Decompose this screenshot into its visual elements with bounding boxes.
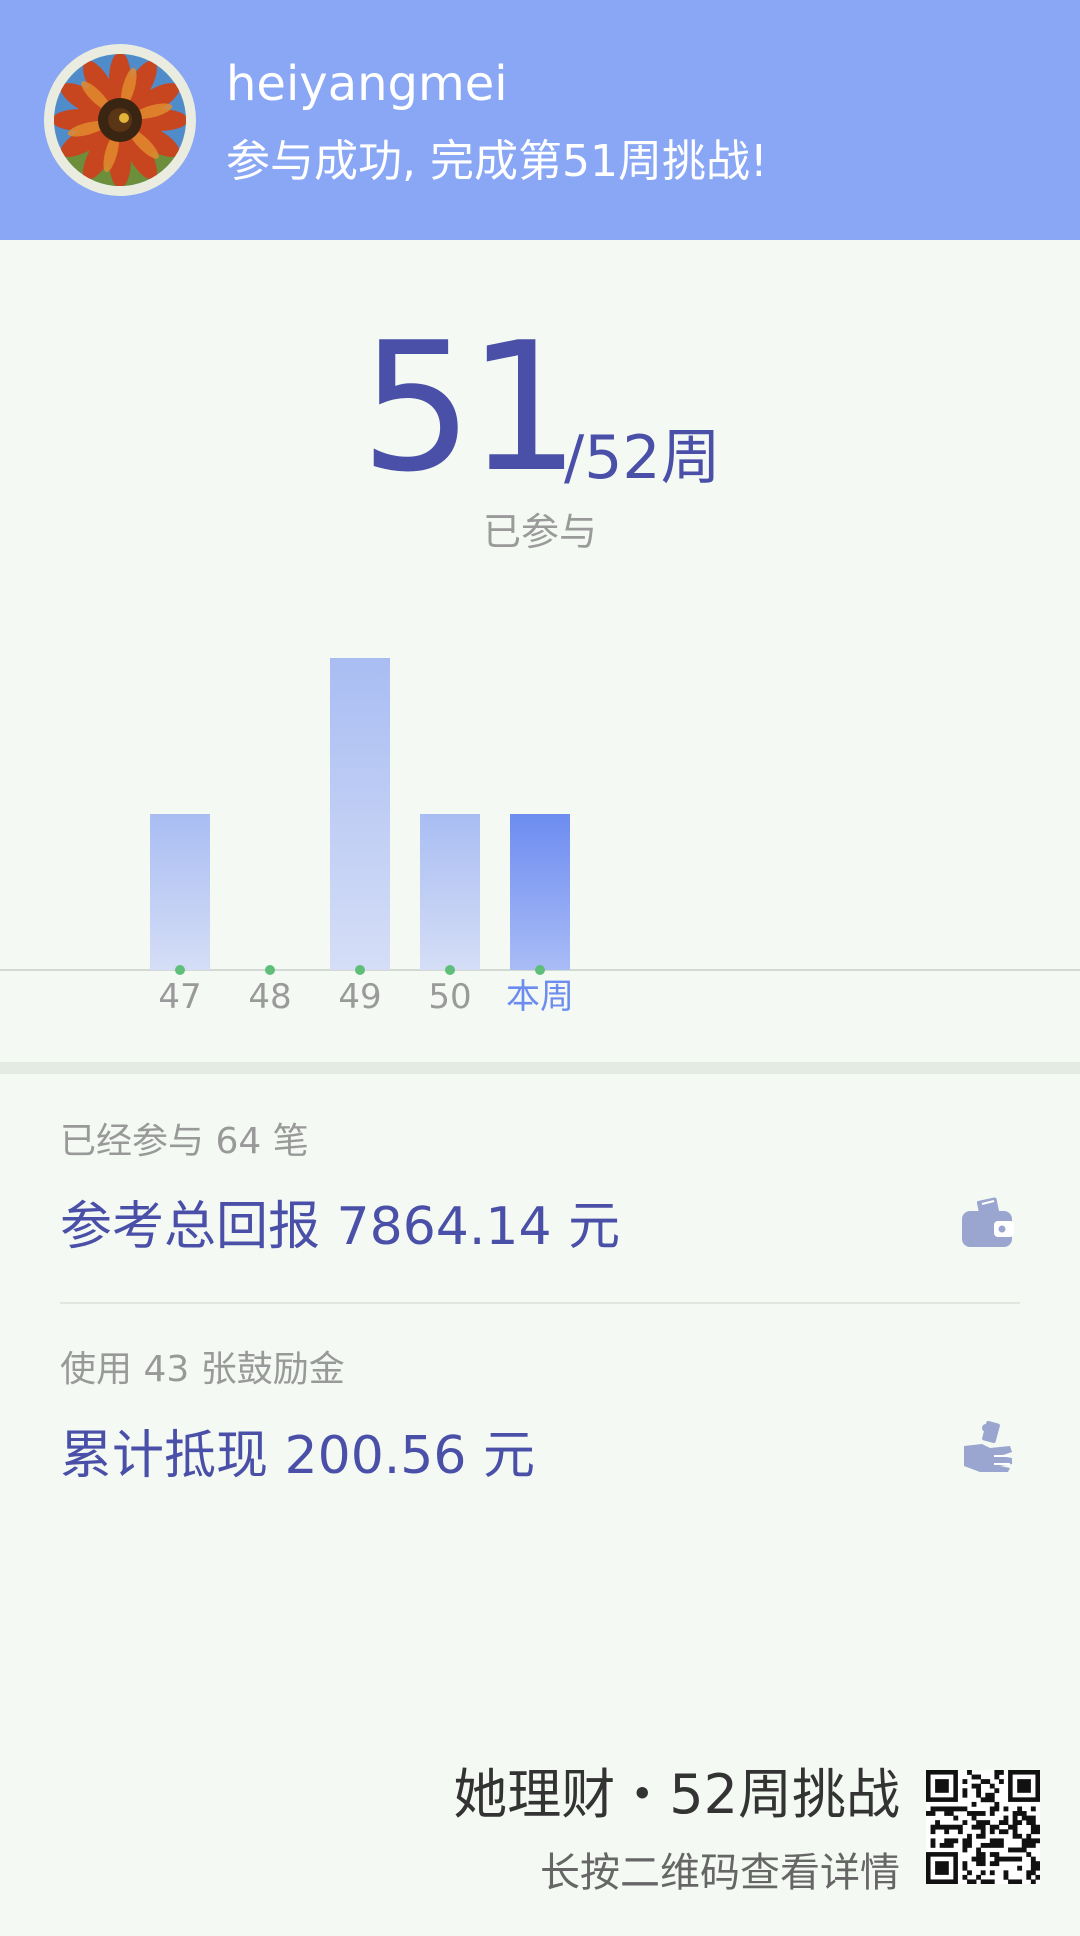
- total-return-label: 参考总回报 7864.14 元: [60, 1197, 621, 1257]
- header: heiyangmei 参与成功, 完成第51周挑战!: [0, 0, 1080, 240]
- chart-point-0: [175, 965, 185, 975]
- chart-bar-4: [510, 814, 570, 970]
- money-hand-icon[interactable]: [960, 1418, 1016, 1474]
- sunflower-avatar-icon: [54, 54, 186, 186]
- chart-point-4: [535, 965, 545, 975]
- avatar[interactable]: [44, 44, 196, 196]
- wallet-icon[interactable]: [960, 1195, 1016, 1251]
- chart-point-1: [265, 965, 275, 975]
- username: heiyangmei: [226, 56, 508, 112]
- chart-tick-label-3: 50: [428, 977, 471, 1017]
- chart-bar-3: [420, 814, 480, 970]
- chart-point-2: [355, 965, 365, 975]
- participated-caption: 已参与: [482, 510, 597, 554]
- participation-count-label: 已经参与 64 笔: [60, 1121, 309, 1162]
- chart-point-3: [445, 965, 455, 975]
- success-message: 参与成功, 完成第51周挑战!: [226, 136, 768, 187]
- cashback-total-label: 累计抵现 200.56 元: [60, 1426, 536, 1486]
- footer-hint: 长按二维码查看详情: [540, 1850, 900, 1896]
- section-divider: [0, 1062, 1080, 1074]
- weekly-bar-chart: 47 48 49 50 本周: [0, 640, 1080, 1040]
- chart-bar-2: [330, 658, 390, 970]
- bonus-used-label: 使用 43 张鼓励金: [60, 1349, 345, 1390]
- weeks-participated-count: 51: [360, 304, 580, 511]
- qr-code-icon[interactable]: [926, 1770, 1040, 1884]
- chart-tick-label-2: 49: [338, 977, 381, 1017]
- footer-title: 她理财・52周挑战: [453, 1763, 900, 1826]
- chart-tick-label-0: 47: [158, 977, 201, 1017]
- chart-tick-label-1: 48: [248, 977, 291, 1017]
- stats-divider: [60, 1302, 1020, 1304]
- weeks-total: /52周: [564, 423, 721, 493]
- chart-bar-0: [150, 814, 210, 970]
- chart-tick-label-4: 本周: [506, 977, 574, 1017]
